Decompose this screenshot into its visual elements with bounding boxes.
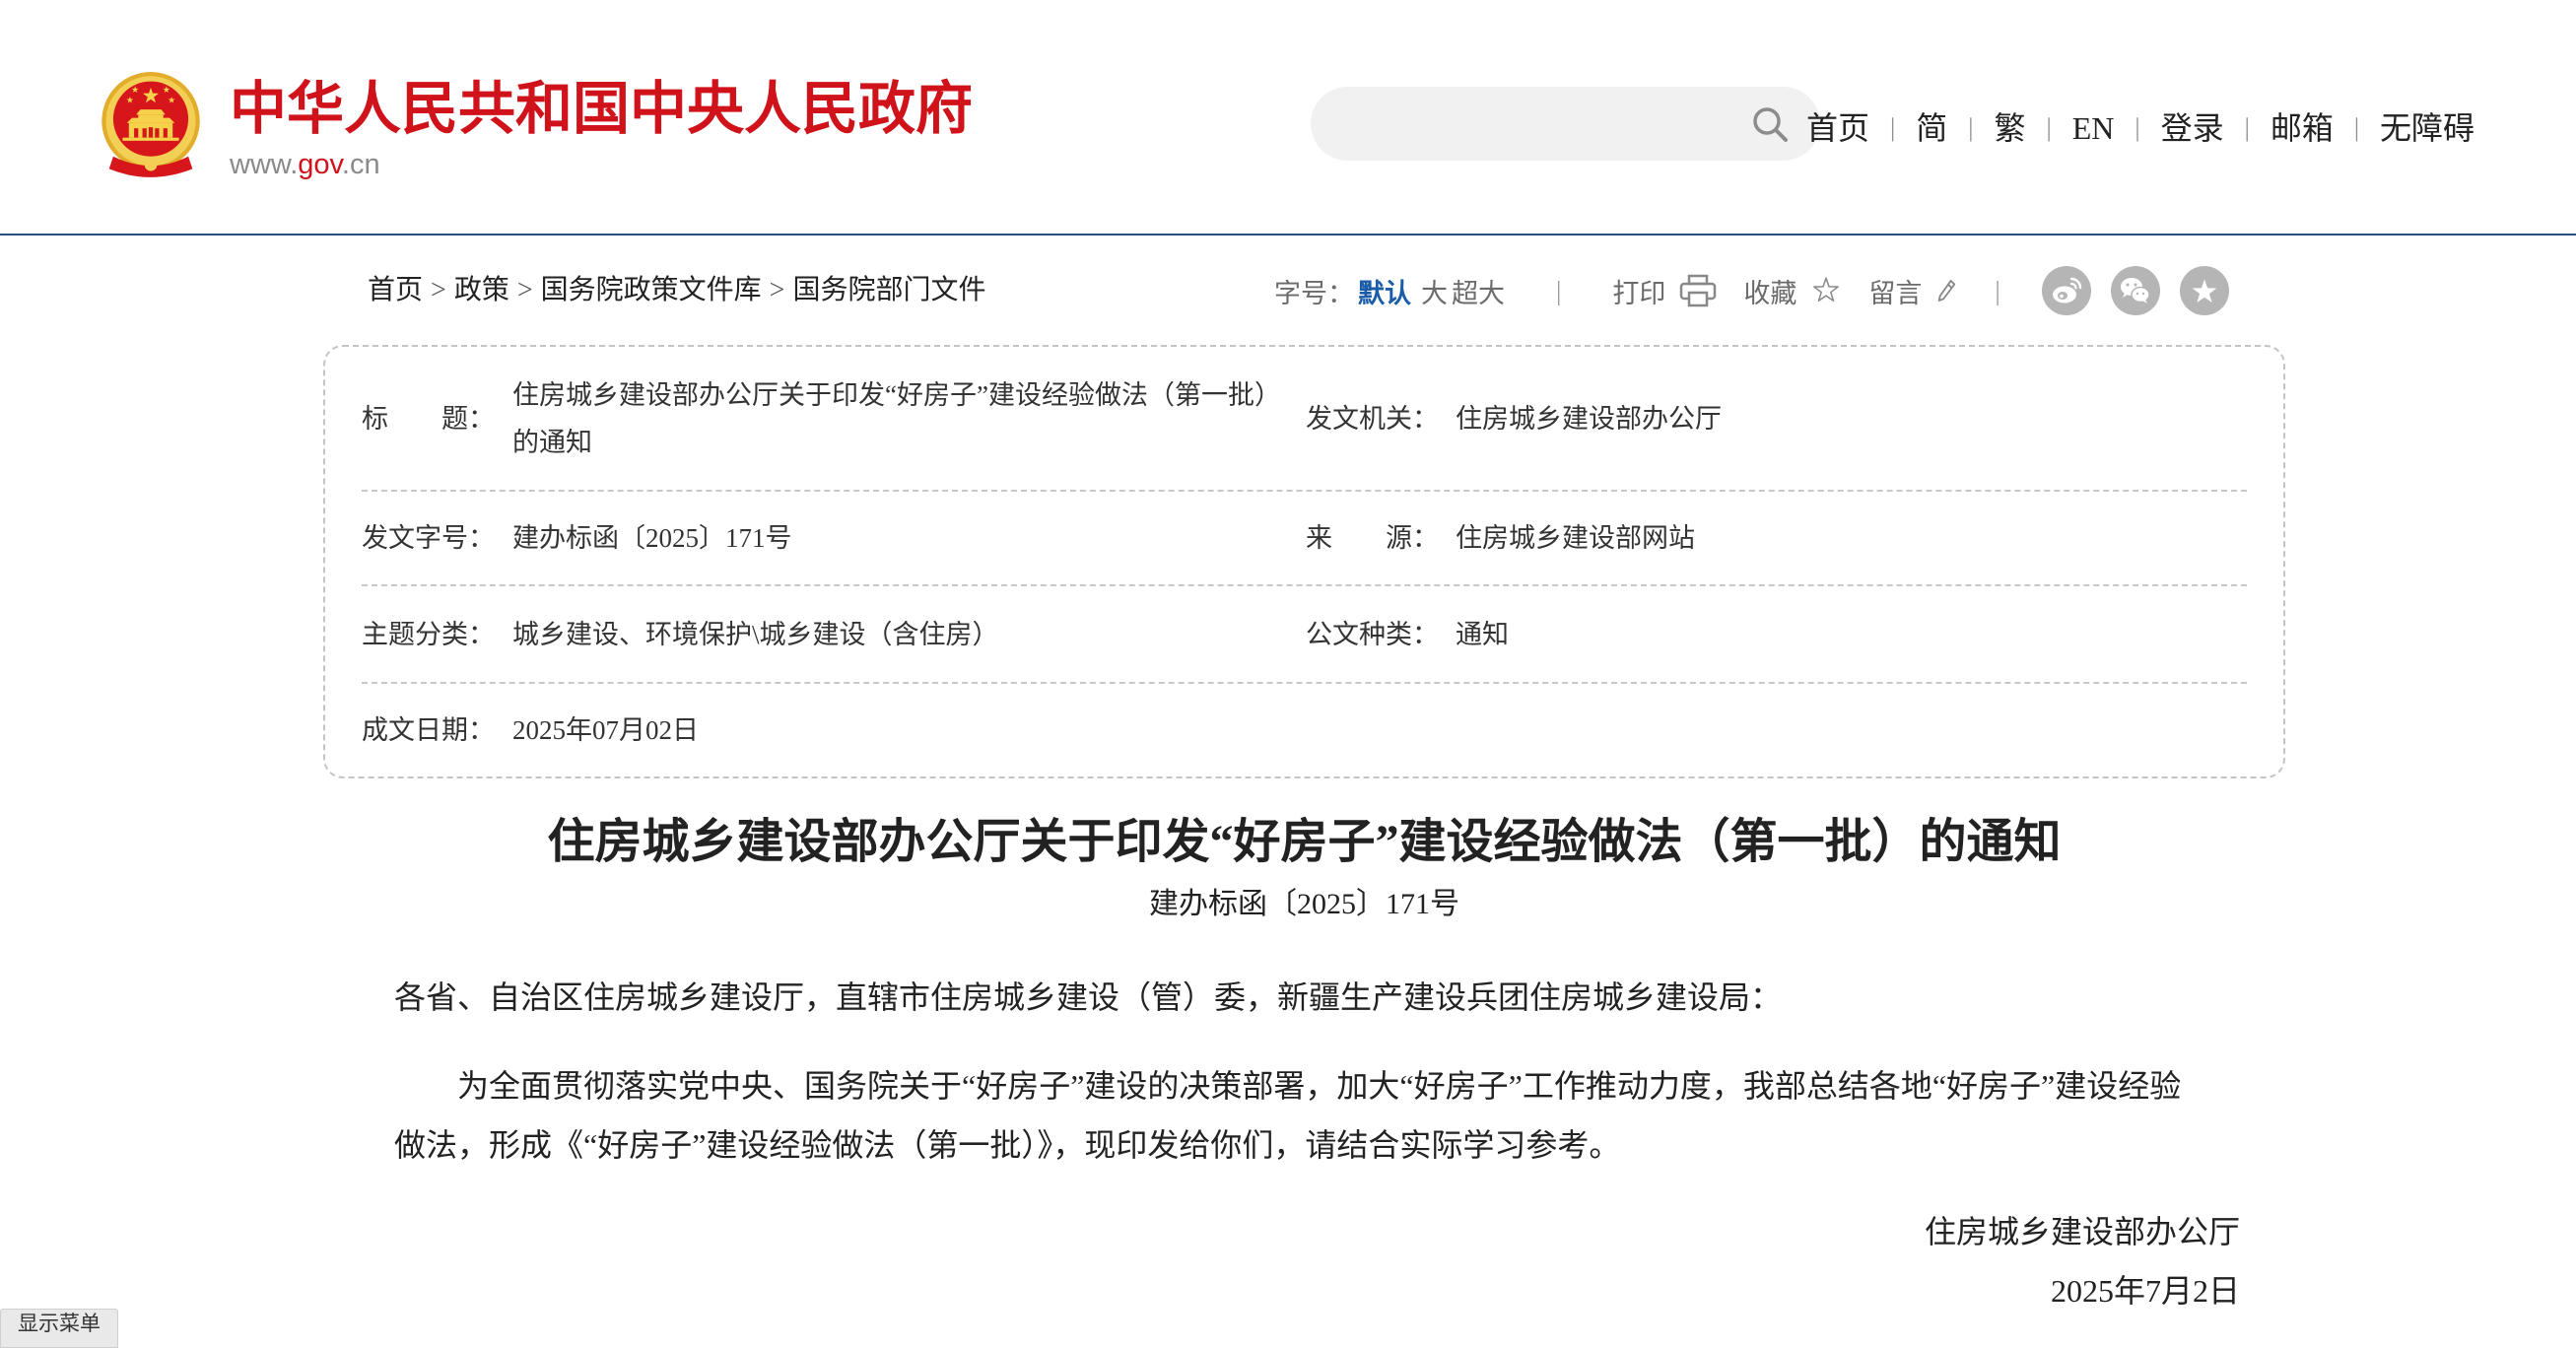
site-url-prefix: www. [230,149,299,180]
star-outline-icon [1812,277,1840,304]
font-size-default[interactable]: 默认 [1358,272,1411,310]
info-value-doc-type: 通知 [1456,619,1509,649]
article-tools: 字号： 默认 大 超大 | 打印 收藏 留言 | [1274,266,2229,315]
print-button[interactable]: 打印 [1612,272,1717,310]
nav-separator: | [2353,113,2360,142]
pencil-icon [1935,278,1957,303]
info-cell: 标 题： 住房城乡建设部办公厅关于印发“好房子”建设经验做法（第一批）的通知 [362,371,1306,466]
nav-separator: | [2046,113,2052,142]
qzone-icon[interactable] [2179,266,2229,315]
nav-english[interactable]: EN [2072,106,2115,150]
font-size-large[interactable]: 大 [1421,272,1448,310]
info-cell: 成文日期： 2025年07月02日 [362,707,1306,754]
site-url[interactable]: www.gov.cn [230,148,380,181]
site-header: 中华人民共和国中央人民政府 www.gov.cn 首页 | 简 | 繁 | EN… [0,0,2576,236]
info-label-source: 来 源： [1306,523,1439,553]
info-label-date: 成文日期： [362,715,495,745]
breadcrumb-separator: > [769,275,785,305]
tools-separator: | [1556,275,1562,305]
search-box[interactable] [1311,87,1820,161]
info-value-title: 住房城乡建设部办公厅关于印发“好房子”建设经验做法（第一批）的通知 [512,379,1268,457]
nav-simplified-chinese[interactable]: 简 [1916,106,1947,150]
site-url-suffix: .cn [341,149,380,180]
info-row: 标 题： 住房城乡建设部办公厅关于印发“好房子”建设经验做法（第一批）的通知 发… [362,347,2247,492]
document-info-table: 标 题： 住房城乡建设部办公厅关于印发“好房子”建设经验做法（第一批）的通知 发… [323,345,2285,778]
tools-separator: | [1995,275,2000,305]
breadcrumb-department-documents[interactable]: 国务院部门文件 [792,275,985,305]
share-buttons [2041,266,2229,315]
info-row: 发文字号： 建办标函〔2025〕171号 来 源： 住房城乡建设部网站 [362,492,2247,586]
article-signature: 住房城乡建设部办公厅 [1924,1214,2240,1249]
nav-separator: | [1890,113,1896,142]
info-cell: 主题分类： 城乡建设、环境保护\城乡建设（含住房） [362,611,1306,658]
nav-separator: | [1968,113,1974,142]
info-label-doc-number: 发文字号： [362,523,495,553]
breadcrumb: 首页 > 政策 > 国务院政策文件库 > 国务院部门文件 [368,271,985,310]
comment-button[interactable]: 留言 [1868,272,1957,310]
weibo-icon[interactable] [2041,266,2091,315]
info-cell: 发文机关： 住房城乡建设部办公厅 [1306,395,1722,442]
info-label-issuer: 发文机关： [1306,403,1439,434]
info-value-date: 2025年07月02日 [512,715,699,745]
breadcrumb-policy-library[interactable]: 国务院政策文件库 [541,275,762,305]
info-label-doc-type: 公文种类： [1306,619,1439,649]
info-cell: 来 源： 住房城乡建设部网站 [1306,514,1695,562]
nav-separator: | [2135,113,2140,142]
article-salutation: 各省、自治区住房城乡建设厅，直辖市住房城乡建设（管）委，新疆生产建设兵团住房城乡… [394,979,1783,1015]
breadcrumb-separator: > [516,275,533,305]
breadcrumb-home[interactable]: 首页 [368,275,423,305]
info-value-category: 城乡建设、环境保护\城乡建设（含住房） [512,619,999,649]
top-nav: 首页 | 简 | 繁 | EN | 登录 | 邮箱 | 无障碍 [1806,106,2474,150]
show-menu-button[interactable]: 显示菜单 [0,1309,118,1348]
article-paragraph: 为全面贯彻落实党中央、国务院关于“好房子”建设的决策部署，加大“好房子”工作推动… [394,1068,2182,1163]
font-size-label: 字号： [1274,278,1354,308]
info-label-category: 主题分类： [362,619,495,649]
nav-traditional-chinese[interactable]: 繁 [1994,106,2025,150]
breadcrumb-separator: > [431,275,446,305]
info-value-issuer: 住房城乡建设部办公厅 [1456,403,1722,434]
nav-separator: | [2244,113,2250,142]
search-input[interactable] [1344,101,1742,148]
nav-accessibility[interactable]: 无障碍 [2380,106,2474,150]
nav-home[interactable]: 首页 [1806,106,1869,150]
font-size-extra-large[interactable]: 超大 [1452,272,1505,310]
comment-label: 留言 [1868,278,1923,308]
site-title[interactable]: 中华人民共和国中央人民政府 [230,75,973,144]
article-date: 2025年7月2日 [2050,1273,2240,1309]
breadcrumb-policy[interactable]: 政策 [454,275,509,305]
nav-mailbox[interactable]: 邮箱 [2271,106,2334,150]
wechat-icon[interactable] [2110,266,2160,315]
article-doc-number: 建办标函〔2025〕171号 [1149,888,1459,920]
info-label-title: 标 题： [362,403,495,434]
favorite-label: 收藏 [1743,278,1797,308]
nav-login[interactable]: 登录 [2161,106,2224,150]
favorite-button[interactable]: 收藏 [1743,272,1840,310]
info-row: 成文日期： 2025年07月02日 [362,684,2247,776]
info-value-doc-number: 建办标函〔2025〕171号 [512,523,792,553]
site-url-domain: gov [298,149,342,180]
info-cell: 公文种类： 通知 [1306,611,1509,658]
info-row: 主题分类： 城乡建设、环境保护\城乡建设（含住房） 公文种类： 通知 [362,586,2247,684]
search-icon[interactable] [1750,104,1790,144]
print-label: 打印 [1612,278,1666,308]
info-cell: 发文字号： 建办标函〔2025〕171号 [362,514,1306,562]
printer-icon [1679,274,1717,307]
info-value-source: 住房城乡建设部网站 [1456,523,1695,553]
national-emblem-icon[interactable] [99,71,203,179]
article-title: 住房城乡建设部办公厅关于印发“好房子”建设经验做法（第一批）的通知 [547,816,2062,868]
